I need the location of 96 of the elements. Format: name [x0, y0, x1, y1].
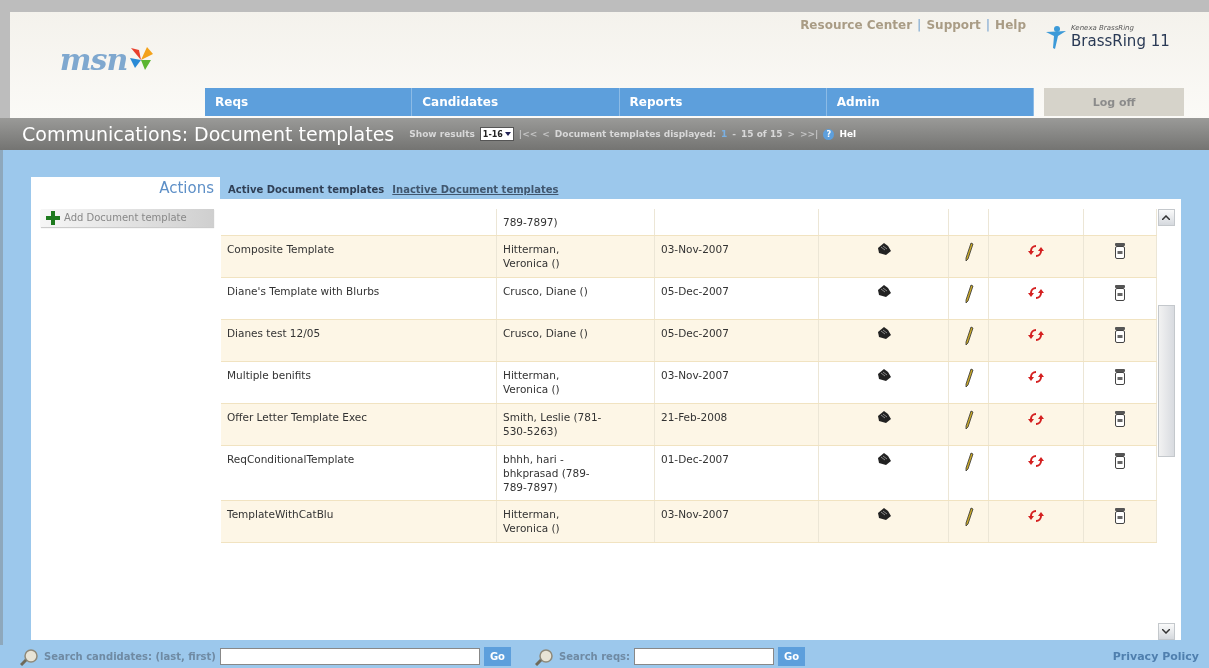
page-title: Communications: Document templates: [22, 123, 395, 145]
table-cell: TemplateWithCatBlu: [221, 501, 497, 542]
range-end: 15 of 15: [741, 129, 783, 139]
pencil-icon: [963, 242, 974, 262]
range-separator: -: [732, 129, 737, 139]
stack-icon: [875, 242, 892, 256]
header-link[interactable]: Help: [995, 18, 1026, 32]
trash-icon: [1114, 410, 1126, 428]
table-cell: Crusco, Diane (): [497, 278, 655, 319]
table-cell: ReqConditionalTemplate: [221, 446, 497, 500]
go-button[interactable]: Go: [483, 647, 511, 666]
logo-text: msn: [59, 41, 128, 77]
table-cell: Smith, Leslie (781-530-5263): [497, 404, 655, 445]
next-page-link[interactable]: >: [787, 129, 795, 139]
table-cell: Dianes test 12/05: [221, 320, 497, 361]
trash-icon: [1114, 326, 1126, 344]
show-results-label: Show results: [409, 129, 475, 139]
stack-icon: [875, 284, 892, 298]
nav-tab[interactable]: Reqs: [205, 88, 413, 116]
scroll-down-button[interactable]: [1157, 623, 1175, 640]
trash-icon: [1114, 507, 1126, 525]
table-cell: bhhh, hari - bhkprasad (789-789-7897): [497, 446, 655, 500]
help-icon[interactable]: ?: [823, 128, 835, 140]
refresh-icon: [1027, 326, 1045, 344]
figure-icon: [1044, 24, 1068, 50]
trash-icon: [1114, 242, 1126, 260]
stack-icon: [875, 452, 892, 466]
nav-tab[interactable]: Reports: [619, 88, 827, 116]
trash-icon: [1114, 284, 1126, 302]
link-separator: |: [917, 18, 922, 32]
nav-tab[interactable]: Candidates: [412, 88, 620, 116]
refresh-icon: [1027, 368, 1045, 386]
pencil-icon: [963, 507, 974, 527]
scroll-up-button[interactable]: [1157, 209, 1175, 226]
search-reqs-field[interactable]: [634, 648, 774, 665]
pencil-icon: [963, 368, 974, 388]
search-icon: [534, 647, 555, 666]
last-page-link[interactable]: >>|: [800, 129, 819, 139]
table-cell: 789-7897): [497, 209, 655, 235]
stack-icon: [875, 368, 892, 382]
caret-down-icon: [1162, 629, 1170, 634]
link-separator: |: [985, 18, 991, 32]
search-icon: [20, 647, 40, 666]
brand-name: BrassRing 11: [1071, 32, 1170, 50]
plus-icon: [46, 211, 60, 225]
pencil-icon: [963, 410, 974, 430]
table-cell: 03-Nov-2007: [655, 362, 819, 403]
caret-up-icon: [1162, 215, 1170, 220]
table-cell: 05-Dec-2007: [655, 320, 819, 361]
results-select[interactable]: 1-16: [479, 127, 514, 141]
table-cell: 03-Nov-2007: [655, 236, 819, 277]
tab[interactable]: Active Document templates: [228, 184, 385, 199]
help-link-partial[interactable]: Hel: [839, 129, 857, 139]
trash-icon: [1114, 452, 1126, 470]
prev-page-link[interactable]: <: [542, 129, 550, 139]
actions-heading: Actions: [31, 177, 220, 199]
stack-icon: [875, 410, 892, 424]
range-start: 1: [721, 129, 728, 139]
table-cell: Hitterman, Veronica (): [497, 362, 655, 403]
privacy-link[interactable]: Privacy Policy: [1112, 650, 1199, 663]
logoff-button[interactable]: Log off: [1044, 88, 1184, 116]
refresh-icon: [1027, 284, 1045, 302]
header-link[interactable]: Support: [926, 18, 981, 32]
butterfly-icon: [127, 46, 156, 72]
table-cell: 03-Nov-2007: [655, 501, 819, 542]
trash-icon: [1114, 368, 1126, 386]
search-reqs-label: Search reqs:: [558, 651, 630, 662]
pencil-icon: [963, 452, 974, 472]
stack-icon: [875, 326, 892, 340]
table-cell: Crusco, Diane (): [497, 320, 655, 361]
nav-tab[interactable]: Admin: [826, 88, 1034, 116]
table-cell: Hitterman, Veronica (): [497, 236, 655, 277]
refresh-icon: [1027, 452, 1045, 470]
add-template-button[interactable]: Add Document template: [41, 209, 214, 227]
first-page-link[interactable]: |<<: [518, 129, 538, 139]
header-link[interactable]: Resource Center: [800, 18, 913, 32]
displayed-label: Document templates displayed:: [554, 129, 716, 139]
stack-icon: [875, 507, 892, 521]
table-cell: Diane's Template with Blurbs: [221, 278, 497, 319]
go-button[interactable]: Go: [778, 647, 806, 666]
table-cell: Multiple benifits: [221, 362, 497, 403]
refresh-icon: [1027, 507, 1045, 525]
table-cell: Composite Template: [221, 236, 497, 277]
tab[interactable]: Inactive Document templates: [392, 184, 559, 199]
refresh-icon: [1027, 410, 1045, 428]
search-candidates-field[interactable]: [219, 648, 480, 665]
table-cell: 01-Dec-2007: [655, 446, 819, 500]
scroll-thumb[interactable]: [1157, 305, 1175, 457]
pencil-icon: [963, 326, 974, 346]
search-candidates-label: Search candidates: (last, first): [44, 651, 216, 662]
table-cell: Offer Letter Template Exec: [221, 404, 497, 445]
pencil-icon: [963, 284, 974, 304]
refresh-icon: [1027, 242, 1045, 260]
table-cell: 05-Dec-2007: [655, 278, 819, 319]
table-cell: Hitterman, Veronica (): [497, 501, 655, 542]
table-cell: 21-Feb-2008: [655, 404, 819, 445]
